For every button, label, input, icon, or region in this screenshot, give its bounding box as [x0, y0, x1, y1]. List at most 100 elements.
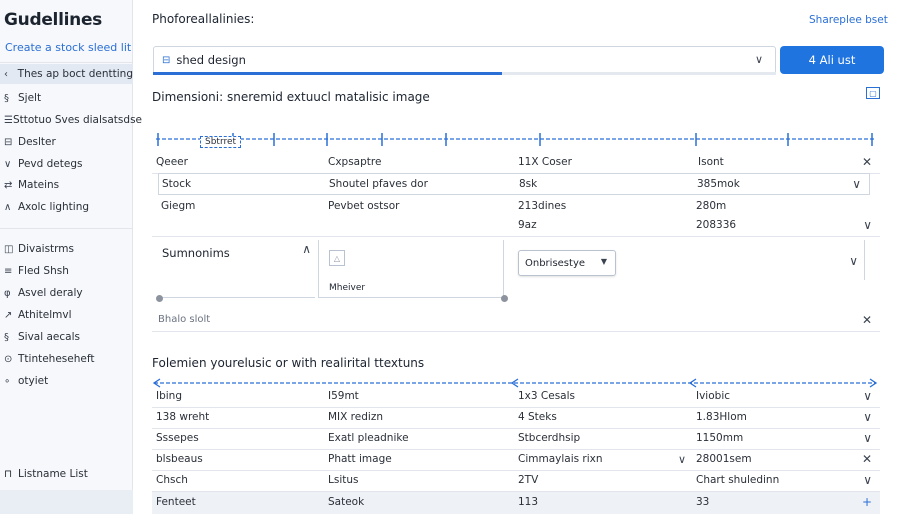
- primary-button[interactable]: 4 Ali ust: [780, 46, 884, 74]
- table-row[interactable]: 9az 208336 ∨: [152, 215, 880, 237]
- footer-label: Bhalo slolt: [158, 314, 211, 325]
- cell: blsbeaus: [156, 453, 203, 465]
- table-row[interactable]: Sssepes Exatl pleadnike Stbcerdhsip 1150…: [152, 428, 880, 450]
- list-icon: ⊓: [4, 468, 13, 480]
- summary-panel: Sumnonims ∧: [160, 240, 315, 298]
- sidebar-item-label: Axolc lighting: [18, 201, 90, 213]
- chevron-down-icon[interactable]: ∨: [852, 177, 861, 191]
- sidebar-item-label: Sttotuo Sves dialsatsdse: [12, 114, 142, 126]
- sidebar-item-2[interactable]: ☰ Sttotuo Sves dialsatsdse: [0, 110, 142, 130]
- table-header: Ibing I59mt 1x3 Cesals Iviobic ∨: [152, 386, 880, 408]
- caret-down-icon: ▼: [600, 257, 607, 266]
- chevron-down-icon[interactable]: ∨: [863, 410, 872, 424]
- chevron-down-icon[interactable]: ∨: [863, 431, 872, 445]
- create-stock-link[interactable]: Create a stock sleed lit: [5, 41, 131, 54]
- expand-icon[interactable]: ▢: [866, 87, 880, 99]
- cell: Phatt image: [328, 453, 392, 465]
- column-header: Qeeer: [156, 156, 188, 168]
- chevron-down-icon: ∨: [754, 53, 763, 66]
- listname-list-item[interactable]: ⊓ Listname List: [0, 462, 133, 486]
- chevron-down-icon[interactable]: ∨: [849, 254, 858, 268]
- sidebar-item-9[interactable]: φ Asvel deraly: [0, 283, 133, 303]
- table-row[interactable]: Fenteet Sateok 113 33 +: [152, 492, 880, 514]
- progress-fill: [153, 72, 502, 75]
- cell: Fenteet: [156, 496, 196, 508]
- sidebar-item-8[interactable]: ≡ Fled Shsh: [0, 261, 133, 281]
- panel-label: Mheiver: [329, 283, 366, 293]
- column-header: 1x3 Cesals: [518, 390, 575, 402]
- share-link[interactable]: Shareplee bset: [809, 14, 888, 26]
- sidebar-item-label: Divaistrms: [18, 243, 74, 255]
- cell: Sateok: [328, 496, 365, 508]
- section-title: Folemien yourelusic or with realirital t…: [152, 356, 425, 370]
- chevron-down-icon[interactable]: ∨: [863, 473, 872, 487]
- sidebar: Gudellines Create a stock sleed lit ‹ The…: [0, 0, 142, 514]
- sidebar-item-1[interactable]: § Sjelt: [0, 88, 133, 108]
- sidebar-footer: [0, 490, 133, 514]
- column-header: 11X Coser: [518, 156, 572, 168]
- cell: 1150mm: [696, 432, 744, 444]
- chevron-down-icon[interactable]: ∨: [863, 218, 872, 232]
- section-icon: §: [4, 331, 9, 343]
- cell: Giegm: [161, 200, 196, 212]
- design-select[interactable]: ⊟ shed design ∨: [153, 46, 776, 74]
- sidebar-item-label: otyiet: [18, 375, 49, 387]
- app-window: Gudellines Create a stock sleed lit ‹ The…: [0, 0, 900, 514]
- cell: 113: [518, 496, 539, 508]
- resize-handle[interactable]: [501, 295, 508, 302]
- target-icon: ⊙: [4, 353, 13, 365]
- table-row[interactable]: blsbeaus Phatt image Cimmaylais rixn ∨ 2…: [152, 449, 880, 471]
- sidebar-item-6[interactable]: ∧ Axolc lighting: [0, 197, 133, 217]
- chevron-down-icon[interactable]: ∨: [678, 453, 686, 466]
- section-title: Dimensioni: sneremid extuucl matalisic i…: [152, 90, 430, 104]
- table-row[interactable]: Stock Shoutel pfaves dor 8sk 385mok ∨: [158, 173, 870, 195]
- cell: Chart shuledinn: [696, 474, 780, 486]
- sidebar-item-label: Athitelmvl: [18, 309, 72, 321]
- sidebar-item-label: Sival aecals: [18, 331, 80, 343]
- progress-bar: [153, 72, 776, 75]
- sidebar-item-7[interactable]: ◫ Divaistrms: [0, 239, 133, 259]
- chevron-down-icon[interactable]: ∨: [863, 389, 872, 403]
- close-icon[interactable]: ✕: [862, 155, 872, 169]
- sidebar-item-12[interactable]: ⊙ Ttinteheseheft: [0, 349, 133, 369]
- list-icon: ≡: [4, 265, 13, 277]
- menu-icon: ☰: [4, 114, 13, 126]
- cell: 138 wreht: [156, 411, 210, 423]
- cell: Exatl pleadnike: [328, 432, 409, 444]
- sidebar-item-4[interactable]: ∨ Pevd detegs: [0, 154, 133, 174]
- sidebar-item-5[interactable]: ⇄ Mateins: [0, 175, 133, 195]
- cell: Stock: [162, 178, 192, 190]
- swap-icon: ⇄: [4, 179, 13, 191]
- image-icon[interactable]: △: [329, 250, 345, 266]
- cell: 28001sem: [696, 453, 752, 465]
- close-icon[interactable]: ✕: [862, 313, 872, 327]
- sidebar-item-label: Sjelt: [18, 92, 42, 104]
- cell: 9az: [518, 219, 537, 231]
- sidebar-item-3[interactable]: ⊟ Deslter: [0, 132, 133, 152]
- column-header: Ibing: [156, 390, 182, 402]
- close-icon[interactable]: ✕: [862, 452, 872, 466]
- dropdown-value: Onbrisestye: [525, 257, 586, 269]
- arrow-icon: ↗: [4, 309, 13, 321]
- sidebar-item-0[interactable]: ‹ Thes ap boct dentting: [0, 64, 133, 84]
- cell: Chsch: [156, 474, 188, 486]
- style-dropdown[interactable]: Onbrisestye ▼: [518, 250, 616, 276]
- chevron-up-icon[interactable]: ∧: [302, 242, 311, 256]
- footer-row: Bhalo slolt ✕: [152, 310, 880, 332]
- sidebar-item-13[interactable]: ∘ otyiet: [0, 371, 133, 391]
- sidebar-item-label: Fled Shsh: [18, 265, 69, 277]
- chevron-up-icon: ∧: [4, 201, 12, 213]
- dot-icon: ∘: [4, 375, 11, 387]
- add-icon[interactable]: +: [862, 495, 872, 509]
- resize-handle[interactable]: [156, 295, 163, 302]
- subtab-button[interactable]: Sbtrret: [200, 136, 242, 148]
- sidebar-item-10[interactable]: ↗ Athitelmvl: [0, 305, 133, 325]
- sidebar-item-11[interactable]: § Sival aecals: [0, 327, 133, 347]
- cell: 208336: [696, 219, 737, 231]
- sidebar-item-label: Asvel deraly: [18, 287, 83, 299]
- cell: 8sk: [519, 178, 538, 190]
- table-row[interactable]: Chsch Lsitus 2TV Chart shuledinn ∨: [152, 470, 880, 492]
- table-row[interactable]: 138 wreht MIX redizn 4 Steks 1.83Hlom ∨: [152, 407, 880, 429]
- section-icon: §: [4, 92, 9, 104]
- cell: Shoutel pfaves dor: [329, 178, 428, 190]
